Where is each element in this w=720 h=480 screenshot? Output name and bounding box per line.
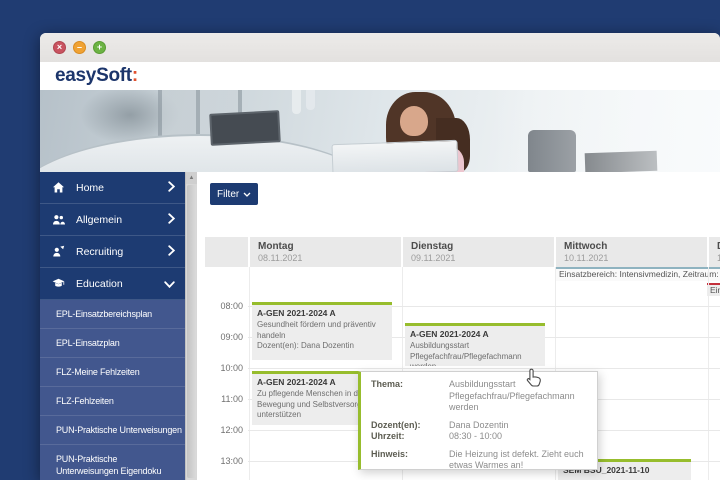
day-name: Montag bbox=[258, 241, 294, 252]
event-title: A-GEN 2021-2024 A bbox=[257, 308, 336, 318]
app-logo: easySoft: bbox=[55, 65, 138, 87]
tooltip-hinweis-value: Die Heizung ist defekt. Zieht euch etwas… bbox=[449, 448, 584, 470]
chevron-right-icon bbox=[168, 243, 176, 261]
sidebar-item-recruiting[interactable]: Recruiting bbox=[40, 236, 185, 268]
photo-shape bbox=[490, 90, 720, 172]
filter-button-label: Filter bbox=[217, 188, 240, 200]
sidebar-item-flz-meine-fehlzeiten[interactable]: FLZ-Meine Fehlzeiten bbox=[40, 358, 185, 387]
day-header-montag: Montag 08.11.2021 bbox=[250, 237, 401, 267]
education-submenu: EPL-Einsatzbereichsplan EPL-Einsatzplan … bbox=[40, 300, 185, 480]
app-window: × – + easySoft: Home Allgemein Recruitin… bbox=[40, 33, 720, 480]
education-icon bbox=[52, 277, 66, 290]
day-name: Mittwoch bbox=[564, 241, 608, 252]
sidebar-item-education[interactable]: Education bbox=[40, 268, 185, 300]
sidebar-item-pun-praktische-unterweisungen[interactable]: PUN-Praktische Unterweisungen bbox=[40, 416, 185, 445]
sidebar-item-epl-einsatzbereichsplan[interactable]: EPL-Einsatzbereichsplan bbox=[40, 300, 185, 329]
sidebar-scrollbar[interactable]: ▲ bbox=[185, 172, 197, 480]
window-titlebar: × – + bbox=[40, 33, 720, 62]
chevron-down-icon bbox=[164, 275, 175, 293]
hour-line bbox=[248, 368, 720, 369]
chevron-right-icon bbox=[168, 179, 176, 197]
sidebar-item-label: Education bbox=[76, 277, 123, 290]
filter-button[interactable]: Filter bbox=[210, 183, 259, 205]
event-description: Ausbildungsstart Pflegefachfrau/Pflegefa… bbox=[410, 341, 522, 366]
day-date: 09.11.2021 bbox=[411, 253, 456, 263]
home-icon bbox=[52, 181, 66, 194]
chevron-down-icon bbox=[243, 189, 251, 200]
sidebar-item-pun-eigendoku[interactable]: PUN-Praktische Unterweisungen Eigendoku bbox=[40, 445, 185, 480]
sidebar-item-epl-einsatzplan[interactable]: EPL-Einsatzplan bbox=[40, 329, 185, 358]
header-photo bbox=[40, 90, 720, 172]
hand-cursor-icon bbox=[526, 368, 543, 392]
tooltip-thema-label: Thema: bbox=[371, 379, 404, 389]
event-tooltip: Thema: Ausbildungsstart Pflegefachfrau/P… bbox=[358, 371, 598, 470]
photo-shape bbox=[331, 139, 459, 172]
recruiting-icon bbox=[52, 245, 66, 258]
day-header-donnerstag: Donnerstag 11.11.2021 bbox=[709, 237, 720, 267]
sidebar-item-label: Home bbox=[76, 181, 105, 194]
logo-colon: : bbox=[131, 65, 138, 86]
tooltip-uhrzeit-label: Uhrzeit: bbox=[371, 431, 405, 441]
scrollbar-thumb[interactable] bbox=[187, 185, 196, 478]
photo-shape bbox=[306, 90, 315, 110]
minimize-icon[interactable]: – bbox=[73, 41, 86, 54]
logo-soft: Soft bbox=[96, 65, 132, 86]
sidebar-item-home[interactable]: Home bbox=[40, 172, 185, 204]
time-gutter-header bbox=[205, 237, 248, 267]
sidebar-item-label: Allgemein bbox=[76, 213, 123, 226]
time-label: 08:00 bbox=[220, 301, 243, 311]
maximize-icon[interactable]: + bbox=[93, 41, 106, 54]
sidebar-item-label: Recruiting bbox=[76, 245, 124, 258]
time-label: 12:00 bbox=[220, 425, 243, 435]
tooltip-thema-value: Ausbildungsstart Pflegefachfrau/Pflegefa… bbox=[449, 379, 575, 412]
users-icon bbox=[52, 213, 66, 226]
day-date: 08.11.2021 bbox=[258, 253, 303, 263]
time-label: 10:00 bbox=[220, 363, 243, 373]
photo-shape bbox=[209, 110, 281, 146]
main-area: Home Allgemein Recruiting Education EPL-… bbox=[40, 172, 720, 480]
time-label: 11:00 bbox=[221, 394, 243, 404]
sidebar: Home Allgemein Recruiting Education EPL-… bbox=[40, 172, 185, 480]
close-icon[interactable]: × bbox=[53, 41, 66, 54]
chevron-right-icon bbox=[168, 211, 176, 229]
day-name: Dienstag bbox=[411, 241, 454, 252]
event-title: A-GEN 2021-2024 A bbox=[410, 329, 489, 339]
einsatzbereich-banner: Einsatzbereich: Intensivmedizin, Zeitrau… bbox=[556, 267, 720, 281]
calendar-event-tuesday-0830[interactable]: A-GEN 2021-2024 A Ausbildungsstart Pfleg… bbox=[405, 323, 545, 366]
calendar-content: Filter Montag 08.11.2021 Dienstag 09.11.… bbox=[197, 172, 720, 480]
sidebar-item-allgemein[interactable]: Allgemein bbox=[40, 204, 185, 236]
column-separator bbox=[249, 267, 250, 480]
time-label: 09:00 bbox=[220, 332, 243, 342]
sidebar-item-flz-fehlzeiten[interactable]: FLZ-Fehlzeiten bbox=[40, 387, 185, 416]
day-header-dienstag: Dienstag 09.11.2021 bbox=[403, 237, 554, 267]
event-dozent: Dozent(en): Dana Dozentin bbox=[257, 341, 354, 350]
calendar-event-monday-0800[interactable]: A-GEN 2021-2024 A Gesundheit fördern und… bbox=[252, 302, 392, 360]
day-date: 10.11.2021 bbox=[564, 253, 609, 263]
scrollbar-up-icon[interactable]: ▲ bbox=[186, 172, 197, 184]
event-description: Gesundheit fördern und präventiv handeln bbox=[257, 320, 376, 340]
photo-shape bbox=[292, 90, 301, 114]
tooltip-uhrzeit-value: 08:30 - 10:00 bbox=[449, 431, 503, 441]
logo-bar: easySoft: bbox=[40, 62, 720, 90]
photo-shape bbox=[400, 106, 428, 136]
time-label: 13:00 bbox=[220, 456, 243, 466]
tooltip-hinweis-label: Hinweis: bbox=[371, 448, 409, 459]
day-header-mittwoch: Mittwoch 10.11.2021 bbox=[556, 237, 707, 267]
tooltip-dozent-value: Dana Dozentin bbox=[449, 419, 509, 430]
tooltip-dozent-label: Dozent(en): bbox=[371, 419, 421, 430]
logo-easy: easy bbox=[55, 65, 97, 86]
column-separator bbox=[708, 267, 709, 480]
